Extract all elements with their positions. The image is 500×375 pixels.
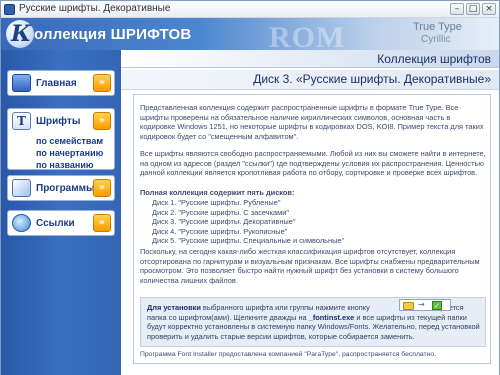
close-button[interactable]: ×	[482, 3, 496, 15]
logo-emblem: К	[6, 20, 34, 48]
window-title: Русские шрифты. Декоративные	[19, 3, 171, 14]
nav-links-label: Ссылки	[36, 218, 75, 229]
nav-fonts-label: Шрифты	[36, 116, 81, 127]
description-panel: Представленная коллекция содержит распро…	[133, 94, 491, 364]
nav-programs-label: Программы	[36, 183, 95, 194]
truetype-label: True Type	[413, 21, 462, 33]
main-content: Коллекция шрифтов Диск 3. «Русские шрифт…	[121, 50, 499, 375]
nav-fonts-group: T Шрифты » по семействам по начертанию п…	[7, 108, 115, 170]
links-icon	[12, 214, 31, 232]
disk-title-bar: Диск 3. «Русские шрифты. Декоративные»	[121, 70, 499, 90]
minimize-button[interactable]: –	[450, 3, 464, 15]
arrow-right-icon: →	[418, 300, 425, 309]
cyrillic-label: Cyrillic	[421, 34, 451, 45]
install-bold: Для установки	[147, 303, 201, 312]
app-window: Русские шрифты. Декоративные – □ × К олл…	[0, 0, 500, 375]
list-item: Диск 4. "Русские шрифты. Рукописные"	[152, 226, 288, 236]
check-icon: ✓	[432, 301, 442, 310]
section-title: Коллекция шрифтов	[377, 52, 491, 66]
install-button[interactable]: → ✓	[399, 299, 451, 311]
fonts-t-icon: T	[12, 112, 31, 130]
disk-list: Диск 1. "Русские шрифты. Рубленые" Диск …	[152, 198, 344, 246]
arrow-right-icon: »	[93, 214, 111, 232]
list-item: Диск 2. "Русские шрифты. С засечками"	[152, 207, 289, 217]
nav-fonts-button[interactable]: T Шрифты »	[8, 109, 114, 135]
list-item: Диск 3. "Русские шрифты. Декоративные"	[152, 217, 296, 227]
folder-icon	[403, 302, 414, 310]
collection-heading: Полная коллекция содержит пять дисков:	[140, 188, 295, 197]
list-item: Диск 5. "Русские шрифты. Специальные и с…	[152, 236, 345, 246]
install-instructions: Для установки выбранного шрифта или груп…	[140, 297, 486, 347]
nav-home-label: Главная	[36, 78, 77, 89]
sublink-by-name[interactable]: по названию	[36, 160, 94, 170]
app-header: К оллекция ШРИФТОВ ROM True Type Cyrilli…	[1, 18, 499, 54]
nav-links-button[interactable]: Ссылки »	[7, 210, 115, 236]
install-text-a: выбранного шрифта или группы нажмите кно…	[200, 303, 370, 312]
sublink-by-family[interactable]: по семействам	[36, 136, 103, 146]
home-icon	[12, 74, 31, 92]
app-icon	[4, 4, 15, 15]
nav-programs-button[interactable]: Программы »	[7, 175, 115, 201]
programs-icon	[12, 179, 31, 197]
title-bar: Русские шрифты. Декоративные – □ ×	[1, 1, 499, 18]
arrow-right-icon: »	[93, 74, 111, 92]
license-paragraph: Все шрифты являются свободно распростран…	[140, 149, 486, 178]
logo-text: оллекция ШРИФТОВ	[34, 26, 192, 43]
classification-paragraph: Поскольку, на сегодня какая-либо жесткая…	[140, 247, 480, 285]
nav-home-button[interactable]: Главная »	[7, 70, 115, 96]
list-item: Диск 1. "Русские шрифты. Рубленые"	[152, 198, 281, 207]
arrow-right-icon: »	[93, 179, 111, 197]
sidebar: Главная » T Шрифты » по семействам по на…	[1, 50, 121, 375]
install-exe: _fontinst.exe	[308, 312, 355, 322]
footer-note: Программа Font Installer предоставлена к…	[140, 351, 437, 358]
section-title-bar: Коллекция шрифтов	[121, 50, 499, 68]
intro-paragraph: Представленная коллекция содержит распро…	[140, 103, 484, 141]
logo-letter: К	[11, 21, 32, 47]
disk-title: Диск 3. «Русские шрифты. Декоративные»	[253, 72, 491, 86]
arrow-right-icon: »	[93, 112, 111, 130]
maximize-button[interactable]: □	[466, 3, 480, 15]
sublink-by-style[interactable]: по начертанию	[36, 148, 103, 158]
